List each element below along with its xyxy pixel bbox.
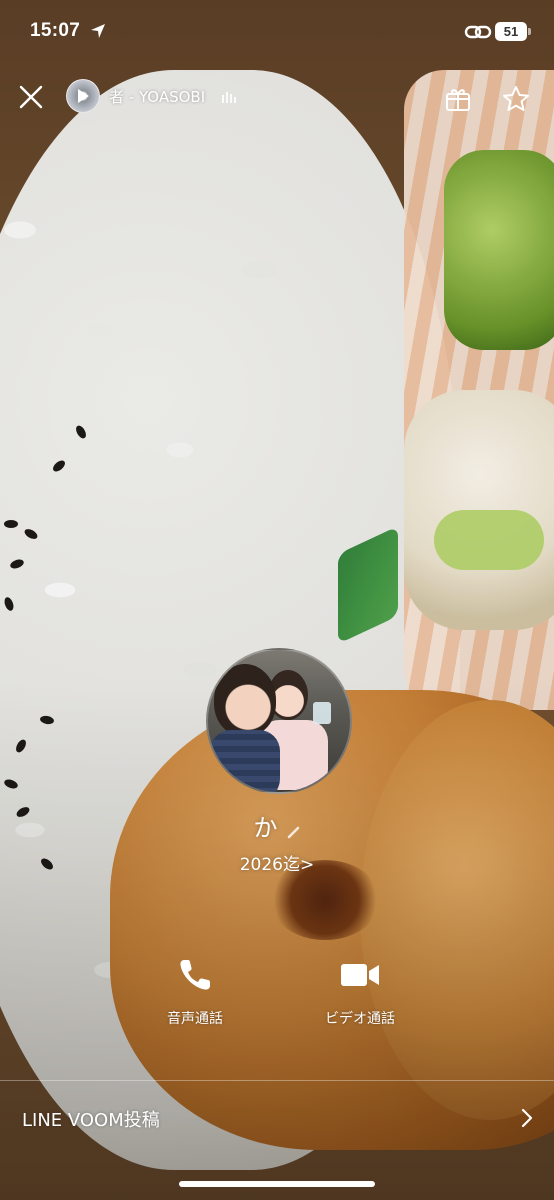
battery-indicator: 51 [495,22,527,41]
close-icon[interactable] [16,82,46,112]
video-call-button[interactable]: ビデオ通話 [305,956,415,1028]
home-indicator[interactable] [179,1181,375,1187]
profile-background-photo [0,0,554,1200]
equalizer-icon [222,92,237,103]
profile-name-row[interactable]: か [0,808,554,843]
profile-music[interactable]: 者 - YOASOBI [66,78,237,114]
link-icon [464,25,492,39]
voice-call-button[interactable]: 音声通話 [140,956,250,1028]
status-message[interactable]: 2026迄> [0,850,554,875]
profile-avatar[interactable] [206,648,352,794]
music-track-title: 者 - YOASOBI [109,87,206,106]
line-voom-label: LINE VOOM投稿 [22,1110,160,1131]
music-disc-icon [66,79,100,113]
pencil-icon [287,826,299,838]
chevron-right-icon [521,1108,533,1128]
location-arrow-icon [91,24,105,38]
status-time: 15:07 [30,20,81,41]
favorite-star-icon[interactable] [502,85,530,113]
line-voom-posts-row[interactable]: LINE VOOM投稿 [0,1080,554,1156]
video-camera-icon [341,964,379,986]
voice-call-label: 音声通話 [167,1011,223,1027]
phone-icon [180,960,210,990]
profile-name: か [253,814,278,842]
video-call-label: ビデオ通話 [325,1011,395,1027]
gift-icon[interactable] [445,86,471,112]
status-bar: 15:07 51 [0,0,554,66]
